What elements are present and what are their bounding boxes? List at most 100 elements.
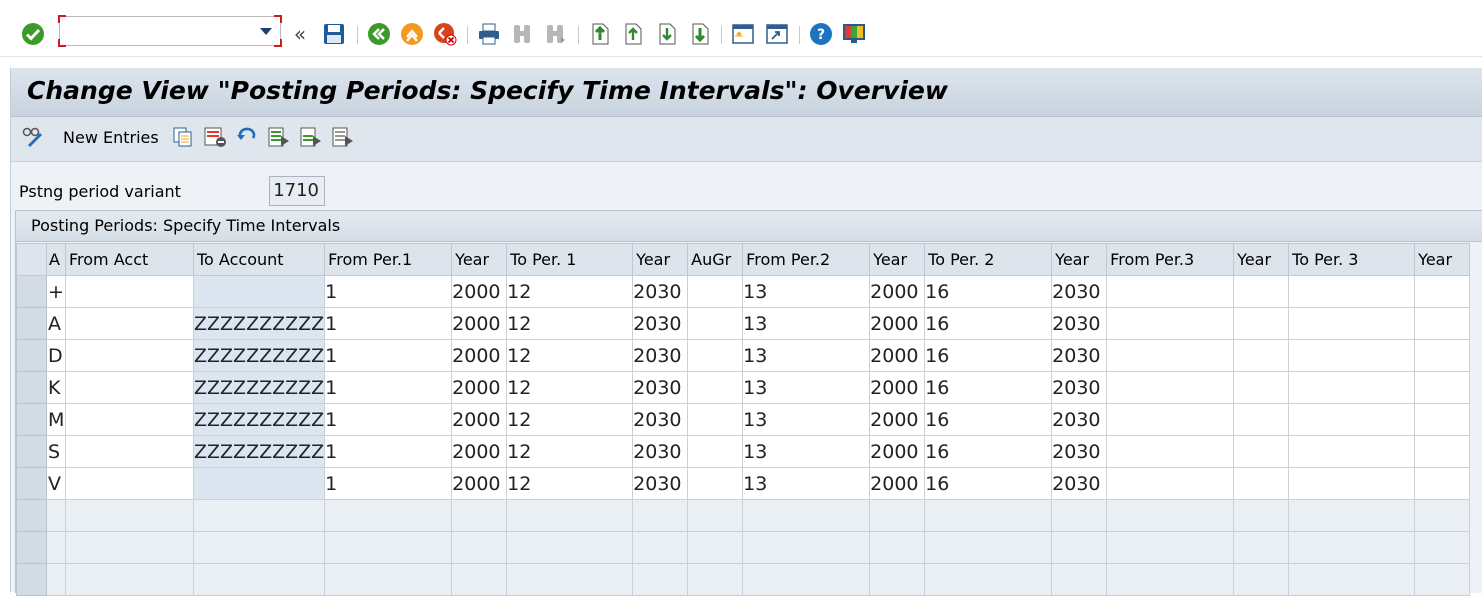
table-cell[interactable]: 12 — [506, 307, 634, 340]
table-cell[interactable] — [687, 467, 744, 500]
table-cell[interactable] — [1233, 275, 1290, 308]
table-cell[interactable]: ZZZZZZZZZZ — [192, 307, 326, 340]
column-header[interactable]: To Account — [192, 243, 326, 276]
table-cell[interactable] — [1233, 371, 1290, 404]
table-cell[interactable]: ZZZZZZZZZZ — [192, 435, 326, 468]
table-cell[interactable] — [1414, 403, 1471, 436]
table-cell[interactable]: 2030 — [632, 467, 689, 500]
column-header[interactable]: From Acct — [65, 243, 194, 276]
column-header[interactable]: Year — [869, 243, 926, 276]
enter-icon[interactable] — [21, 22, 45, 46]
table-cell[interactable] — [687, 275, 744, 308]
table-cell[interactable] — [687, 339, 744, 372]
table-cell[interactable]: 16 — [924, 307, 1053, 340]
column-header[interactable]: Year — [632, 243, 689, 276]
customize-layout-icon[interactable] — [842, 22, 866, 46]
row-selector[interactable] — [16, 339, 47, 372]
table-cell[interactable] — [65, 339, 194, 372]
table-cell[interactable]: 16 — [924, 339, 1053, 372]
command-field[interactable] — [58, 15, 282, 47]
table-cell[interactable]: 1 — [324, 467, 453, 500]
table-cell[interactable]: 13 — [742, 275, 871, 308]
table-cell[interactable]: 2030 — [1051, 339, 1108, 372]
table-cell[interactable]: 12 — [506, 467, 634, 500]
last-page-icon[interactable] — [688, 22, 712, 46]
table-cell[interactable] — [687, 307, 744, 340]
column-header[interactable]: Year — [1233, 243, 1290, 276]
select-all-icon[interactable] — [267, 125, 291, 149]
collapse-icon[interactable]: « — [288, 22, 312, 46]
column-header[interactable]: Year — [451, 243, 508, 276]
row-selector[interactable] — [16, 307, 47, 340]
table-cell[interactable]: 13 — [742, 371, 871, 404]
table-cell[interactable]: 1 — [324, 371, 453, 404]
column-header[interactable]: Year — [1414, 243, 1471, 276]
table-cell[interactable]: 2000 — [869, 403, 926, 436]
table-cell[interactable]: 2000 — [451, 275, 508, 308]
table-cell[interactable]: ZZZZZZZZZZ — [192, 403, 326, 436]
posting-period-variant-field[interactable]: 1710 — [269, 176, 325, 206]
column-header[interactable]: To Per. 1 — [506, 243, 634, 276]
table-cell[interactable] — [1288, 435, 1416, 468]
table-cell[interactable]: 2030 — [632, 403, 689, 436]
table-cell[interactable]: 2030 — [1051, 403, 1108, 436]
table-cell[interactable]: 1 — [324, 435, 453, 468]
table-cell[interactable]: 1 — [324, 275, 453, 308]
table-cell[interactable]: 2030 — [1051, 435, 1108, 468]
table-cell[interactable]: 2030 — [1051, 307, 1108, 340]
table-cell[interactable]: D — [46, 339, 66, 372]
table-cell[interactable] — [1288, 307, 1416, 340]
row-selector[interactable] — [16, 467, 47, 500]
table-cell[interactable] — [1233, 435, 1290, 468]
row-selector[interactable] — [16, 403, 47, 436]
table-cell[interactable]: + — [46, 275, 66, 308]
undo-change-icon[interactable] — [235, 125, 259, 149]
save-icon[interactable] — [322, 22, 346, 46]
table-cell[interactable]: 2000 — [869, 371, 926, 404]
table-cell[interactable]: 13 — [742, 403, 871, 436]
table-cell[interactable]: 13 — [742, 339, 871, 372]
table-cell[interactable] — [1233, 339, 1290, 372]
table-cell[interactable] — [192, 275, 326, 308]
table-cell[interactable]: 13 — [742, 307, 871, 340]
print-icon[interactable] — [477, 22, 501, 46]
table-cell[interactable]: 2000 — [869, 435, 926, 468]
row-selector-header[interactable] — [16, 243, 47, 276]
table-cell[interactable]: 13 — [742, 435, 871, 468]
table-cell[interactable]: 2000 — [451, 371, 508, 404]
table-cell[interactable]: 16 — [924, 435, 1053, 468]
table-cell[interactable]: 12 — [506, 275, 634, 308]
row-selector[interactable] — [16, 371, 47, 404]
table-cell[interactable] — [1233, 307, 1290, 340]
table-cell[interactable] — [65, 403, 194, 436]
table-cell[interactable]: 12 — [506, 435, 634, 468]
table-cell[interactable]: 1 — [324, 307, 453, 340]
row-selector[interactable] — [16, 563, 47, 596]
table-cell[interactable]: 2030 — [632, 435, 689, 468]
column-header[interactable]: From Per.3 — [1106, 243, 1235, 276]
table-cell[interactable]: 2000 — [869, 307, 926, 340]
table-cell[interactable] — [65, 275, 194, 308]
table-cell[interactable] — [1288, 371, 1416, 404]
table-cell[interactable]: 2030 — [632, 339, 689, 372]
create-session-icon[interactable] — [731, 22, 755, 46]
table-cell[interactable] — [687, 371, 744, 404]
table-cell[interactable]: 1 — [324, 339, 453, 372]
table-cell[interactable]: K — [46, 371, 66, 404]
deselect-all-icon[interactable] — [331, 125, 355, 149]
table-cell[interactable] — [1233, 403, 1290, 436]
table-cell[interactable]: 2030 — [1051, 275, 1108, 308]
copy-as-icon[interactable] — [171, 125, 195, 149]
table-cell[interactable]: 16 — [924, 403, 1053, 436]
table-cell[interactable]: 2030 — [632, 371, 689, 404]
table-cell[interactable]: 2030 — [1051, 467, 1108, 500]
table-cell[interactable]: 2000 — [869, 339, 926, 372]
table-cell[interactable]: 2000 — [869, 275, 926, 308]
table-cell[interactable] — [1106, 435, 1235, 468]
column-header[interactable]: From Per.1 — [324, 243, 453, 276]
table-cell[interactable]: 2030 — [632, 307, 689, 340]
command-dropdown-icon[interactable] — [260, 28, 272, 35]
table-cell[interactable]: A — [46, 307, 66, 340]
table-cell[interactable] — [1106, 339, 1235, 372]
table-cell[interactable]: 2030 — [1051, 371, 1108, 404]
